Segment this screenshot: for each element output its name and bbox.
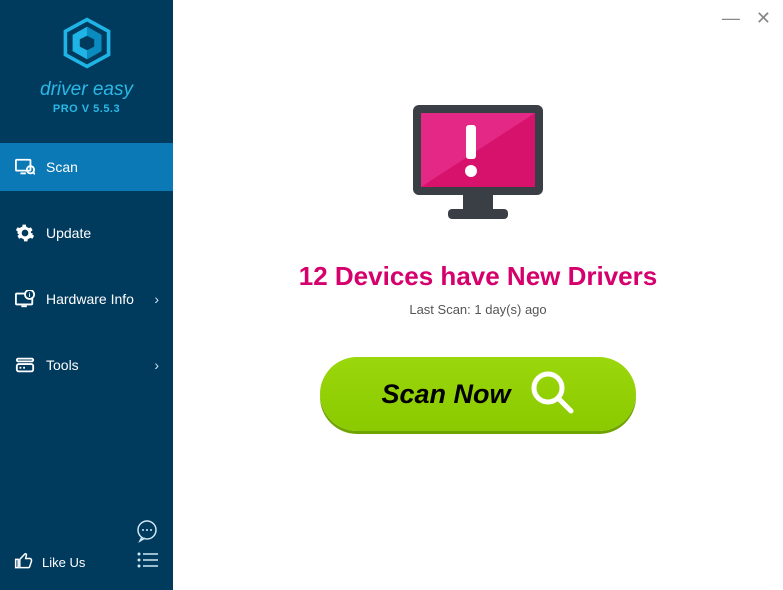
like-us-button[interactable]: Like Us <box>14 551 85 574</box>
window-controls: — ✕ <box>722 8 771 29</box>
sidebar-item-hardware-info[interactable]: i Hardware Info › <box>0 275 173 323</box>
sidebar-item-scan[interactable]: Scan <box>0 143 173 191</box>
version-label: PRO V 5.5.3 <box>0 103 173 115</box>
tools-icon <box>14 356 36 374</box>
brand-name: driver easy <box>0 79 173 101</box>
monitor-alert-icon <box>403 100 553 235</box>
scan-now-button[interactable]: Scan Now <box>320 357 636 431</box>
hardware-info-icon: i <box>14 290 36 308</box>
nav: Scan Update i Hardware Info › Tools <box>0 143 173 407</box>
content: 12 Devices have New Drivers Last Scan: 1… <box>173 0 783 431</box>
chat-button[interactable] <box>14 519 159 543</box>
headline: 12 Devices have New Drivers <box>299 261 657 292</box>
sidebar: driver easy PRO V 5.5.3 Scan Update i <box>0 0 173 590</box>
sidebar-item-tools[interactable]: Tools › <box>0 341 173 389</box>
sidebar-bottom: Like Us <box>0 519 173 590</box>
scan-icon <box>14 158 36 176</box>
chevron-right-icon: › <box>154 357 159 373</box>
close-button[interactable]: ✕ <box>756 8 771 29</box>
svg-text:i: i <box>29 292 31 299</box>
scan-now-label: Scan Now <box>381 379 510 410</box>
like-us-label: Like Us <box>42 555 85 570</box>
menu-list-button[interactable] <box>137 551 159 574</box>
main-panel: — ✕ 12 Devices have New Drivers Last Sca… <box>173 0 783 590</box>
chevron-right-icon: › <box>154 291 159 307</box>
last-scan-label: Last Scan: 1 day(s) ago <box>409 302 546 317</box>
gear-icon <box>14 223 36 243</box>
sidebar-item-update[interactable]: Update <box>0 209 173 257</box>
sidebar-item-label: Update <box>46 225 91 241</box>
app-window: driver easy PRO V 5.5.3 Scan Update i <box>0 0 783 590</box>
magnifier-icon <box>529 369 575 420</box>
sidebar-item-label: Scan <box>46 159 78 175</box>
sidebar-item-label: Hardware Info <box>46 291 134 307</box>
sidebar-item-label: Tools <box>46 357 79 373</box>
logo-area: driver easy PRO V 5.5.3 <box>0 0 173 125</box>
thumbs-up-icon <box>14 551 34 574</box>
minimize-button[interactable]: — <box>722 8 740 29</box>
logo-icon <box>60 16 114 75</box>
